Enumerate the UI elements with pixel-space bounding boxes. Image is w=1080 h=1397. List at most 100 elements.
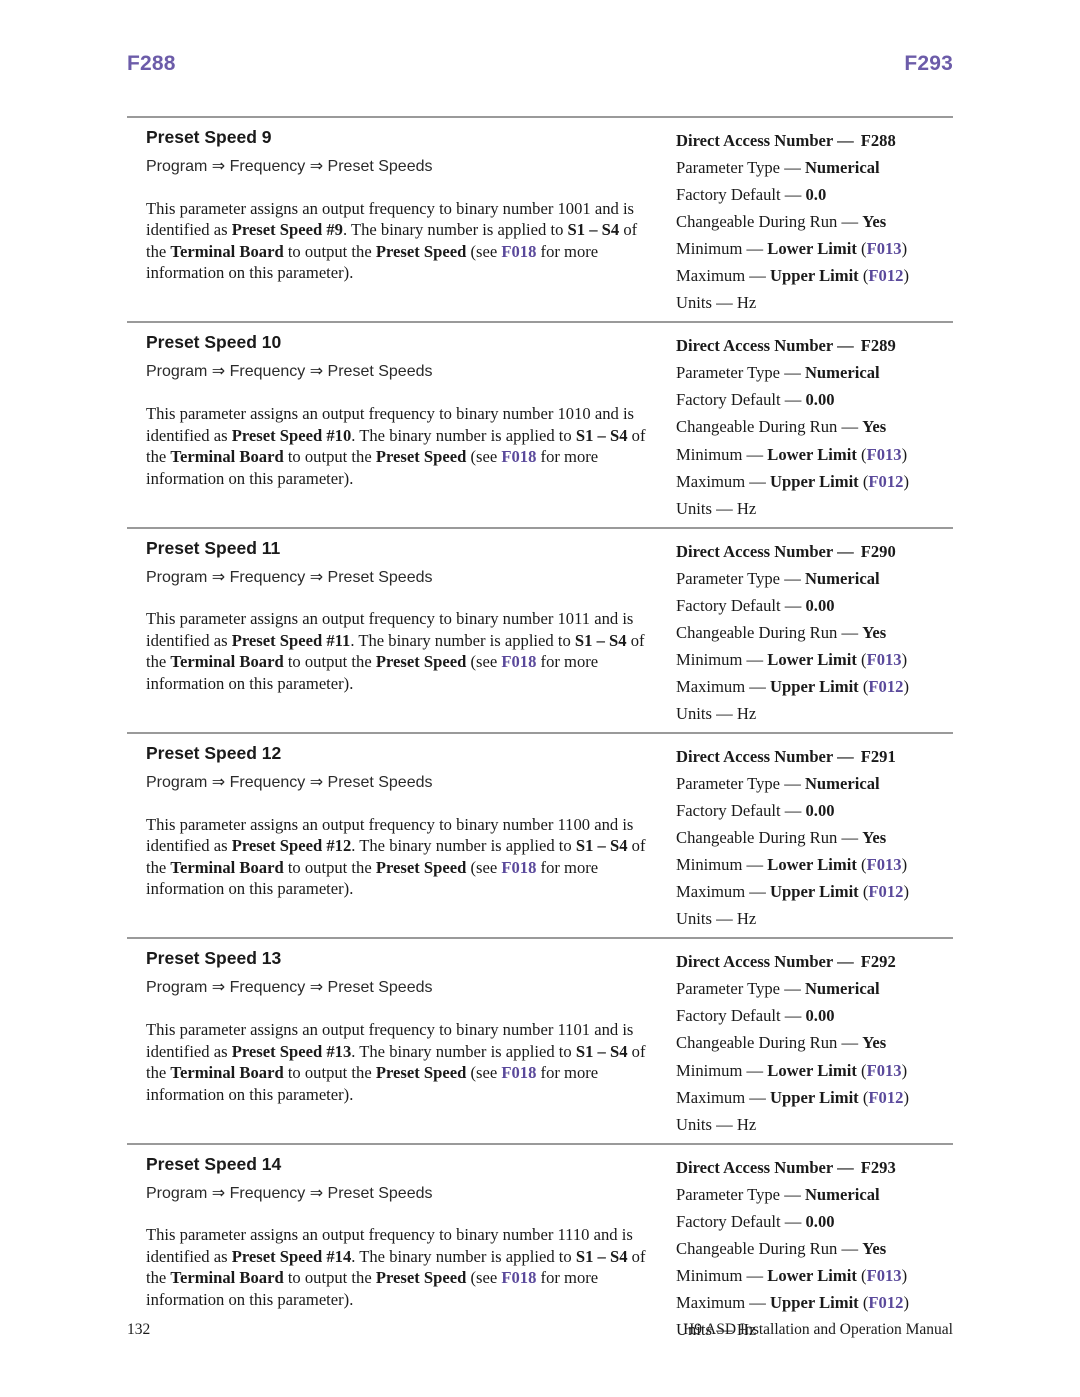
emphasis-text: Preset Speed #10 <box>231 425 352 445</box>
cross-reference-link[interactable]: F012 <box>868 882 903 901</box>
spec-row: Direct Access Number — F288 <box>676 127 953 154</box>
spec-row: Changeable During Run — Yes <box>676 824 953 851</box>
spec-row: Minimum — Lower Limit (F013) <box>676 1262 953 1289</box>
body-text: . The binary number is applied to <box>350 630 575 650</box>
spec-label: Direct Access Number — <box>676 952 854 972</box>
spec-value: Lower Limit <box>767 1265 857 1285</box>
spec-label: Maximum — <box>676 266 766 286</box>
breadcrumb: Program ⇒ Frequency ⇒ Preset Speeds <box>146 773 433 791</box>
emphasis-text: Terminal Board <box>170 652 284 672</box>
spec-row: Maximum — Upper Limit (F012) <box>676 468 953 495</box>
parameter-description: This parameter assigns an output frequen… <box>146 403 655 489</box>
parameter-spec-column: Direct Access Number — F292 Parameter Type… <box>655 948 953 1137</box>
cross-reference-link[interactable]: F012 <box>868 472 903 491</box>
cross-reference-link[interactable]: F018 <box>501 1268 536 1287</box>
emphasis-text: Preset Speed #13 <box>231 1041 352 1061</box>
spec-row: Units — Hz <box>676 1111 953 1138</box>
spec-label: Direct Access Number — <box>676 746 854 766</box>
paren-close: ) <box>901 855 908 875</box>
body-text: to output the <box>283 1268 376 1288</box>
spec-value: Upper Limit <box>770 266 859 286</box>
parameter-spec-column: Direct Access Number — F289 Parameter Type… <box>655 332 953 521</box>
spec-value: Numerical <box>804 158 880 178</box>
cross-reference-link[interactable]: F013 <box>867 650 902 669</box>
parameter-description: This parameter assigns an output frequen… <box>146 608 655 694</box>
body-text: to output the <box>283 1063 376 1083</box>
spec-value: F292 <box>860 952 896 972</box>
cross-reference-link[interactable]: F013 <box>867 855 902 874</box>
cross-reference-link[interactable]: F012 <box>868 266 903 285</box>
spec-label: Direct Access Number — <box>676 131 854 150</box>
spec-row: Changeable During Run — Yes <box>676 413 953 440</box>
spec-list: Direct Access Number — F289 Parameter Type… <box>676 332 953 521</box>
cross-reference-link[interactable]: F013 <box>867 1266 902 1285</box>
cross-reference-link[interactable]: F018 <box>501 652 536 671</box>
parameter-block: Preset Speed 9 Program ⇒ Frequency ⇒ Pres… <box>127 118 953 321</box>
body-text: . The binary number is applied to <box>351 425 576 445</box>
cross-reference-link[interactable]: F013 <box>867 1061 902 1080</box>
spec-row: Factory Default — 0.00 <box>676 386 953 413</box>
paren-open: ( <box>856 239 867 259</box>
cross-reference-link[interactable]: F012 <box>868 677 903 696</box>
spec-row: Direct Access Number — F291 <box>676 743 953 770</box>
spec-label: Changeable During Run — <box>676 212 859 232</box>
spec-label: Units — Hz <box>676 909 757 929</box>
paren-open: ( <box>858 266 869 286</box>
spec-list: Direct Access Number — F292 Parameter Type… <box>676 948 953 1137</box>
spec-label: Changeable During Run — <box>676 417 859 437</box>
spec-value: 0.00 <box>805 1211 835 1231</box>
cross-reference-link[interactable]: F012 <box>868 1088 903 1107</box>
emphasis-text: Preset Speed <box>375 447 467 467</box>
spec-value: F290 <box>860 541 896 561</box>
cross-reference-link[interactable]: F018 <box>501 242 536 261</box>
spec-value: Upper Limit <box>770 676 859 696</box>
paren-close: ) <box>901 444 908 464</box>
paren-close: ) <box>901 239 908 259</box>
parameter-description-column: Preset Speed 12 Program ⇒ Frequency ⇒ Pre… <box>127 743 655 900</box>
spec-label: Units — Hz <box>676 1114 757 1134</box>
spec-label: Units — Hz <box>676 703 757 723</box>
paren-close: ) <box>903 676 909 696</box>
body-text: . The binary number is applied to <box>351 1246 576 1266</box>
spec-row: Factory Default — 0.00 <box>676 1208 953 1235</box>
spec-row: Minimum — Lower Limit (F013) <box>676 851 953 878</box>
parameter-title: Preset Speed 10 <box>146 332 282 353</box>
cross-reference-link[interactable]: F013 <box>867 445 902 464</box>
paren-close: ) <box>901 649 908 669</box>
breadcrumb: Program ⇒ Frequency ⇒ Preset Speeds <box>146 363 433 381</box>
page-footer: 132 H9 ASD Installation and Operation Ma… <box>127 1321 953 1339</box>
body-text: (see <box>466 447 502 467</box>
cross-reference-link[interactable]: F012 <box>868 1293 903 1312</box>
spec-row: Parameter Type — Numerical <box>676 359 953 386</box>
breadcrumb: Program ⇒ Frequency ⇒ Preset Speeds <box>146 157 433 175</box>
document-page: F288 F293 Preset Speed 9 Program ⇒ Freque… <box>0 0 1080 1397</box>
emphasis-text: Preset Speed <box>375 857 467 877</box>
spec-row: Minimum — Lower Limit (F013) <box>676 235 953 262</box>
running-head-right: F293 <box>904 52 953 75</box>
spec-label: Minimum — <box>676 1265 764 1285</box>
spec-label: Maximum — <box>676 1292 766 1312</box>
parameter-spec-column: Direct Access Number — F288 Parameter Type… <box>655 127 953 316</box>
parameter-block: Preset Speed 14 Program ⇒ Frequency ⇒ Pre… <box>127 1145 953 1348</box>
spec-row: Factory Default — 0.00 <box>676 1002 953 1029</box>
spec-value: Upper Limit <box>770 471 859 491</box>
parameter-title: Preset Speed 11 <box>146 537 281 558</box>
spec-label: Changeable During Run — <box>676 622 859 642</box>
paren-open: ( <box>858 676 869 696</box>
cross-reference-link[interactable]: F013 <box>867 239 902 258</box>
spec-row: Parameter Type — Numerical <box>676 1181 953 1208</box>
parameter-description-column: Preset Speed 9 Program ⇒ Frequency ⇒ Pres… <box>127 127 655 284</box>
spec-label: Factory Default — <box>676 185 802 205</box>
parameter-description-column: Preset Speed 11 Program ⇒ Frequency ⇒ Pre… <box>127 538 655 695</box>
spec-value: Lower Limit <box>767 444 857 464</box>
spec-label: Changeable During Run — <box>676 1033 859 1053</box>
spec-value: Yes <box>862 622 887 642</box>
spec-value: 0.0 <box>805 185 827 205</box>
spec-value: Upper Limit <box>770 1292 859 1312</box>
cross-reference-link[interactable]: F018 <box>501 858 536 877</box>
footer-manual-title: H9 ASD Installation and Operation Manual <box>683 1321 953 1338</box>
paren-close: ) <box>903 1292 909 1312</box>
cross-reference-link[interactable]: F018 <box>501 447 536 466</box>
spec-value: Yes <box>862 212 887 232</box>
cross-reference-link[interactable]: F018 <box>501 1063 536 1082</box>
